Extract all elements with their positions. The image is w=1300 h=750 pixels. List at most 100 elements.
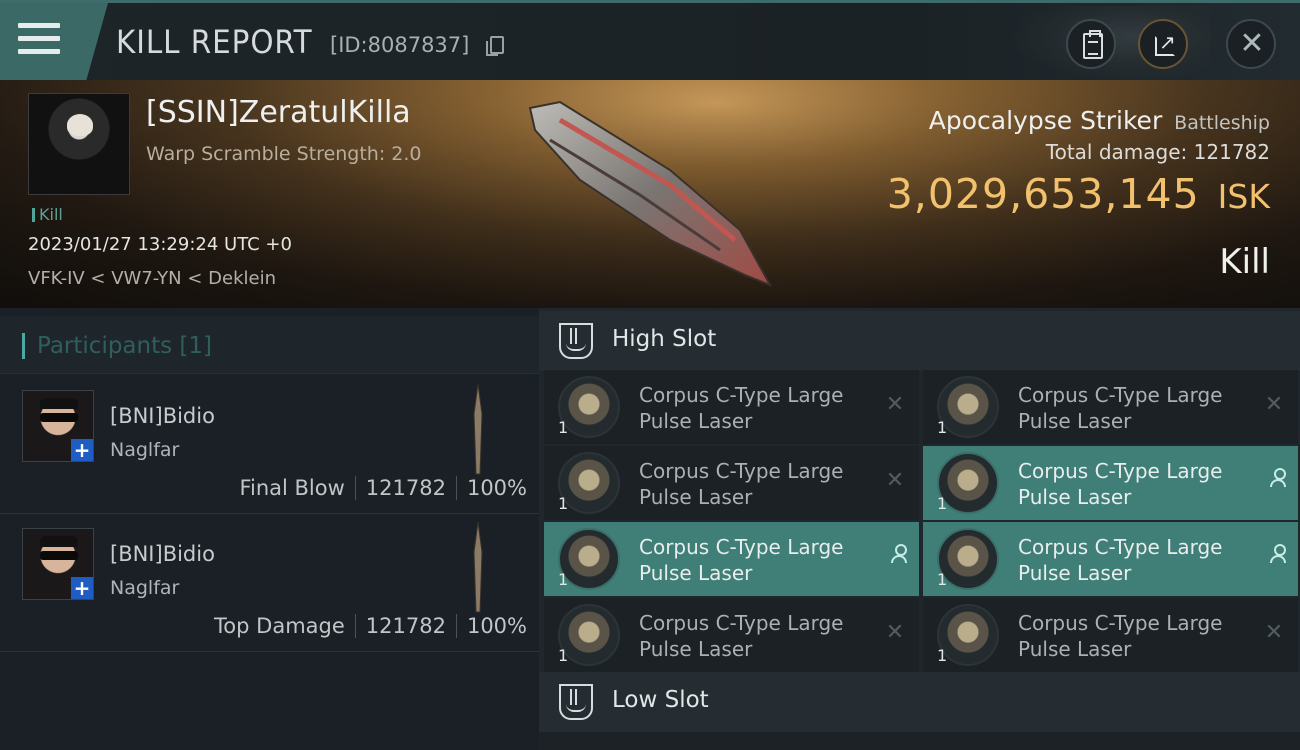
copy-icon[interactable] [486, 36, 504, 56]
participant-name: [BNI]Bidio [110, 404, 215, 428]
participant-role: Top Damage [214, 614, 345, 638]
high-slot-icon [559, 323, 593, 359]
plus-icon: + [71, 577, 93, 599]
high-slot-header[interactable]: High Slot [539, 311, 1300, 371]
module-quantity: 1 [558, 646, 569, 665]
header-bar: KILL REPORT [ID:8087837] ✕ [0, 0, 1300, 83]
module-name-line1: Corpus C-Type Large [639, 535, 844, 559]
kill-location[interactable]: VFK-IV < VW7-YN < Deklein [28, 268, 276, 289]
total-damage-value: 121782 [1193, 140, 1270, 164]
module-card[interactable]: 1 Corpus C-Type Large Pulse Laser [923, 446, 1298, 520]
module-card[interactable]: 1 Corpus C-Type Large Pulse Laser [923, 598, 1298, 672]
participant-percent: 100% [466, 476, 527, 500]
module-name-line1: Corpus C-Type Large [1018, 535, 1223, 559]
module-quantity: 1 [937, 646, 948, 665]
module-name-line2: Pulse Laser [639, 409, 753, 433]
participant-ship-image [473, 384, 483, 475]
total-damage-line: Total damage: 121782 [1046, 140, 1270, 164]
warp-scramble-text: Warp Scramble Strength: 2.0 [146, 143, 422, 165]
module-name-line1: Corpus C-Type Large [639, 459, 844, 483]
divider [455, 614, 457, 638]
module-name: Corpus C-Type Large Pulse Laser [639, 458, 869, 510]
destroyed-x-icon [883, 468, 907, 493]
close-button[interactable]: ✕ [1226, 19, 1276, 69]
isk-value: 3,029,653,145 [886, 170, 1200, 218]
module-name-line1: Corpus C-Type Large [1018, 611, 1223, 635]
total-damage-label: Total damage: [1045, 140, 1188, 164]
participant-stats: Final Blow 121782 100% [239, 476, 527, 500]
destroyed-x-icon [883, 620, 907, 645]
kill-banner: [SSIN]ZeratulKilla Warp Scramble Strengt… [0, 80, 1300, 308]
module-card[interactable]: 1 Corpus C-Type Large Pulse Laser [544, 446, 919, 520]
module-name-line1: Corpus C-Type Large [639, 383, 844, 407]
module-name: Corpus C-Type Large Pulse Laser [639, 534, 869, 586]
clipboard-icon [1083, 30, 1103, 59]
low-slot-icon [559, 684, 593, 720]
ship-name-text: Apocalypse Striker [928, 106, 1163, 135]
clipboard-button[interactable] [1066, 19, 1116, 69]
avatar-hair [40, 536, 78, 547]
fitting-panel: High Slot 1 Corpus C-Type Large Pulse Lase… [539, 308, 1300, 750]
module-name-line2: Pulse Laser [1018, 485, 1132, 509]
participant-role: Final Blow [239, 476, 345, 500]
participants-title: Participants [1] [37, 333, 212, 359]
module-name: Corpus C-Type Large Pulse Laser [1018, 458, 1248, 510]
module-name-line2: Pulse Laser [639, 561, 753, 585]
participant-row[interactable]: + [BNI]Bidio Naglfar Top Damage 121782 100… [0, 514, 539, 652]
low-slot-header[interactable]: Low Slot [539, 672, 1300, 732]
hamburger-icon[interactable] [18, 23, 60, 59]
module-name: Corpus C-Type Large Pulse Laser [1018, 534, 1248, 586]
module-name-line1: Corpus C-Type Large [639, 611, 844, 635]
avatar-glasses [40, 413, 78, 422]
module-quantity: 1 [937, 494, 948, 513]
victim-avatar[interactable] [28, 93, 130, 195]
destroyed-x-icon [883, 392, 907, 417]
module-name: Corpus C-Type Large Pulse Laser [1018, 382, 1248, 434]
participant-name: [BNI]Bidio [110, 542, 215, 566]
module-card[interactable]: 1 Corpus C-Type Large Pulse Laser [923, 370, 1298, 444]
low-slot-peek [539, 732, 1300, 750]
participants-header: Participants [1] [0, 316, 539, 374]
module-name: Corpus C-Type Large Pulse Laser [639, 610, 869, 662]
kill-tag: Kill [32, 205, 63, 224]
module-name-line1: Corpus C-Type Large [1018, 383, 1223, 407]
ship-class-text: Battleship [1174, 112, 1270, 134]
participant-percent: 100% [466, 614, 527, 638]
isk-unit: ISK [1217, 177, 1270, 216]
participant-row[interactable]: + [BNI]Bidio Naglfar Final Blow 121782 100… [0, 376, 539, 514]
participant-damage: 121782 [365, 476, 446, 500]
kill-datetime: 2023/01/27 13:29:24 UTC +0 [28, 234, 292, 255]
participant-avatar[interactable]: + [22, 390, 94, 462]
divider [354, 614, 356, 638]
high-slot-title: High Slot [612, 326, 717, 352]
divider [455, 476, 457, 500]
dropped-person-icon [1270, 544, 1286, 564]
module-quantity: 1 [558, 494, 569, 513]
share-button[interactable] [1138, 19, 1188, 69]
participant-stats: Top Damage 121782 100% [214, 614, 527, 638]
module-card[interactable]: 1 Corpus C-Type Large Pulse Laser [544, 370, 919, 444]
module-name-line2: Pulse Laser [1018, 561, 1132, 585]
module-quantity: 1 [558, 418, 569, 437]
participant-ship: Naglfar [110, 577, 180, 599]
module-quantity: 1 [937, 418, 948, 437]
destroyed-x-icon [1262, 392, 1286, 417]
close-icon: ✕ [1239, 26, 1265, 61]
module-name-line2: Pulse Laser [639, 485, 753, 509]
isk-line: 3,029,653,145 ISK [887, 170, 1270, 218]
participant-ship-image [473, 522, 483, 613]
module-name: Corpus C-Type Large Pulse Laser [639, 382, 869, 434]
victim-name[interactable]: [SSIN]ZeratulKilla [146, 95, 411, 130]
module-name-line2: Pulse Laser [1018, 409, 1132, 433]
module-card[interactable]: 1 Corpus C-Type Large Pulse Laser [544, 598, 919, 672]
victim-ship-name[interactable]: Apocalypse Striker Battleship [929, 106, 1270, 135]
module-card[interactable]: 1 Corpus C-Type Large Pulse Laser [544, 522, 919, 596]
page-title: KILL REPORT [116, 23, 313, 61]
module-card[interactable]: 1 Corpus C-Type Large Pulse Laser [923, 522, 1298, 596]
plus-icon: + [71, 439, 93, 461]
participant-damage: 121782 [365, 614, 446, 638]
module-name-line2: Pulse Laser [1018, 637, 1132, 661]
participant-avatar[interactable]: + [22, 528, 94, 600]
victim-ship-image [528, 100, 773, 287]
share-icon [1155, 30, 1176, 56]
